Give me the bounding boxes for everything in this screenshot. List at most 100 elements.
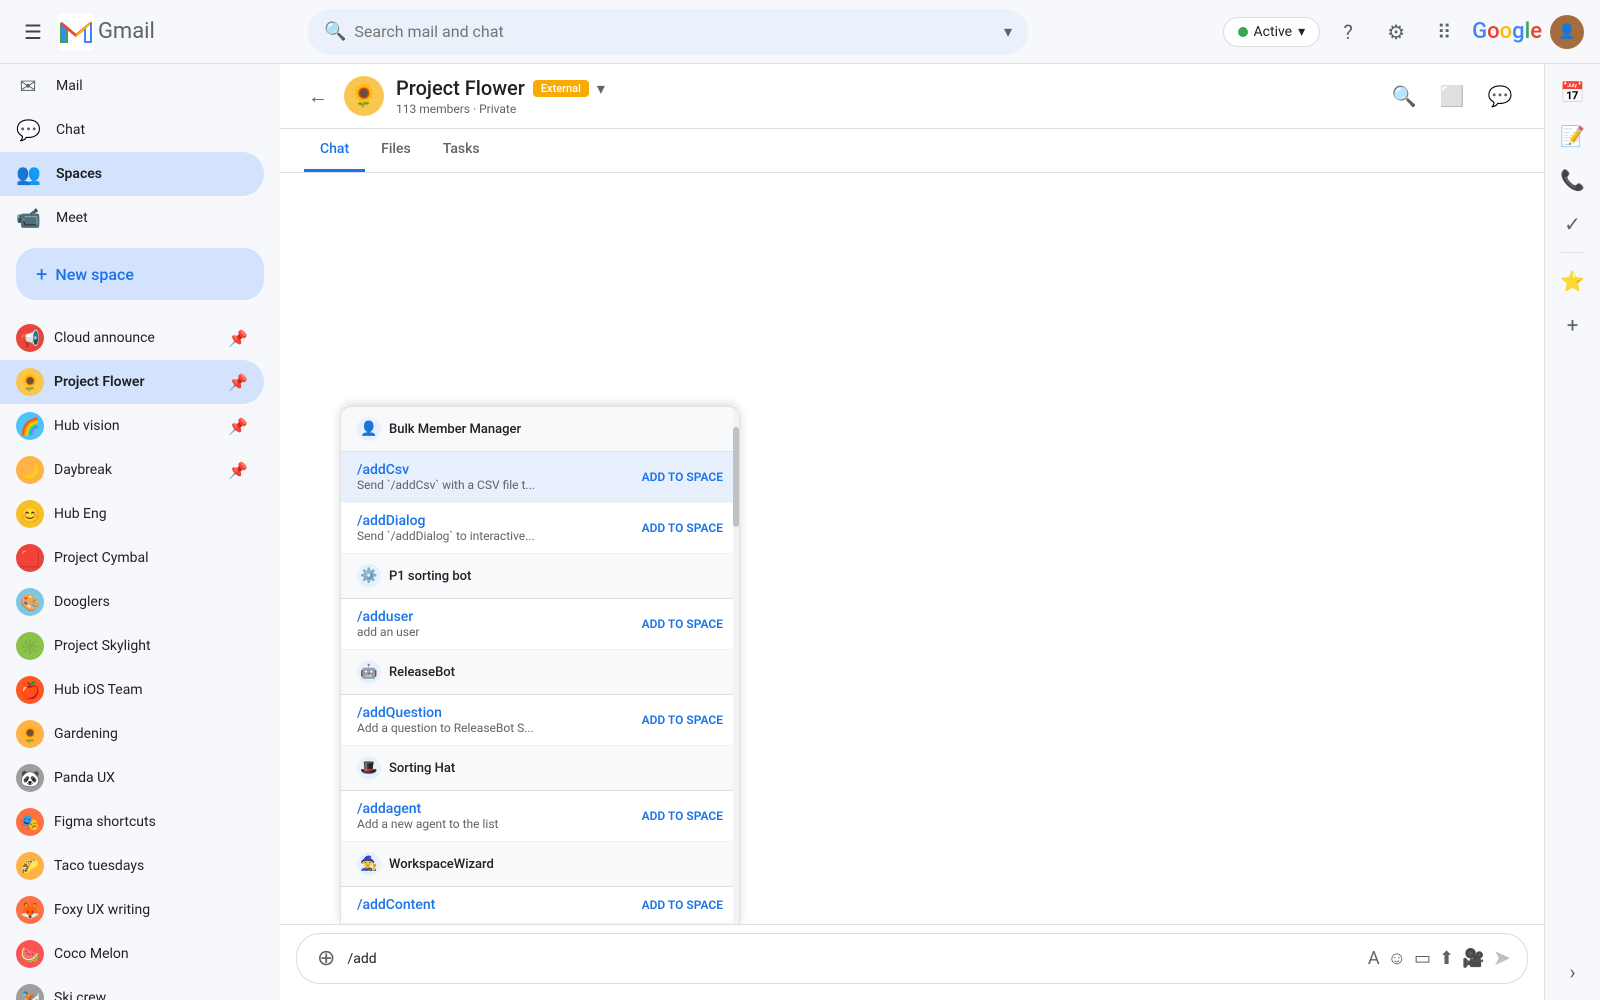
main-area: ✉ Mail 💬 Chat 👥 Spaces 📹 Meet + New spac… (0, 64, 1600, 1000)
command-desc-1-0: add an user (357, 625, 634, 639)
command-item-2-0[interactable]: /addQuestion Add a question to ReleaseBo… (341, 695, 739, 746)
sidebar-item-chat[interactable]: 💬 Chat (0, 108, 264, 152)
chat-area: 👤Bulk Member Manager /addCsv Send `/addC… (280, 173, 1544, 924)
add-to-space-btn-3-0[interactable]: ADD TO SPACE (642, 809, 723, 823)
space-item-9[interactable]: 🌻 Gardening (0, 712, 264, 756)
space-name-11: Figma shortcuts (54, 814, 156, 830)
new-space-label: New space (55, 265, 134, 284)
space-item-0[interactable]: 📢 Cloud announce 📌 (0, 316, 264, 360)
topbar: ☰ Gmail 🔍 ▾ (0, 0, 1600, 64)
command-item-0-0[interactable]: /addCsv Send `/addCsv` with a CSV file t… (341, 452, 739, 503)
space-item-5[interactable]: 🟥 Project Cymbal (0, 536, 264, 580)
space-avatar-9: 🌻 (16, 720, 44, 748)
sidebar-item-meet[interactable]: 📹 Meet (0, 196, 264, 240)
space-item-8[interactable]: 🍎 Hub iOS Team (0, 668, 264, 712)
command-name-4-0: /addContent (357, 897, 634, 913)
attach-button[interactable]: ⊕ (313, 942, 339, 975)
add-to-space-btn-1-0[interactable]: ADD TO SPACE (642, 617, 723, 631)
add-to-space-btn-0-0[interactable]: ADD TO SPACE (642, 470, 723, 484)
space-item-12[interactable]: 🌮 Taco tuesdays (0, 844, 264, 888)
scrollbar-thumb[interactable] (733, 427, 739, 527)
space-item-3[interactable]: 🌙 Daybreak 📌 (0, 448, 264, 492)
apps-icon[interactable]: ⠿ (1424, 12, 1464, 52)
message-input[interactable] (347, 951, 1359, 967)
video-icon[interactable]: 🎥 (1462, 948, 1484, 969)
bot-icon-4: 🧙 (357, 852, 381, 876)
active-chevron: ▾ (1298, 24, 1305, 40)
menu-icon[interactable]: ☰ (16, 12, 50, 52)
pin-icon-3: 📌 (228, 461, 248, 480)
settings-icon[interactable]: ⚙ (1376, 12, 1416, 52)
gmail-m-icon (58, 14, 94, 50)
expand-icon[interactable]: ⬜ (1432, 76, 1472, 116)
right-tasks-icon[interactable]: ✓ (1553, 204, 1593, 244)
space-item-14[interactable]: 🍉 Coco Melon (0, 932, 264, 976)
space-avatar-11: 🎭 (16, 808, 44, 836)
new-space-button[interactable]: + New space (16, 248, 264, 300)
space-avatar-13: 🦊 (16, 896, 44, 924)
search-dropdown-icon[interactable]: ▾ (1004, 22, 1012, 41)
right-star-icon[interactable]: ⭐ (1553, 261, 1593, 301)
space-name-15: Ski crew (54, 990, 106, 1000)
command-info-1-0: /adduser add an user (357, 609, 634, 639)
right-notes-icon[interactable]: 📝 (1553, 116, 1593, 156)
space-item-6[interactable]: 🎨 Dooglers (0, 580, 264, 624)
space-item-13[interactable]: 🦊 Foxy UX writing (0, 888, 264, 932)
topbar-left: ☰ Gmail (16, 12, 296, 52)
active-status-button[interactable]: Active ▾ (1223, 17, 1321, 47)
search-bar[interactable]: 🔍 ▾ (308, 9, 1028, 55)
space-name-12: Taco tuesdays (54, 858, 144, 874)
space-dropdown-icon[interactable]: ▾ (597, 79, 605, 98)
space-avatar-12: 🌮 (16, 852, 44, 880)
add-to-space-btn-0-1[interactable]: ADD TO SPACE (642, 521, 723, 535)
tab-chat[interactable]: Chat (304, 129, 365, 172)
emoji-icon[interactable]: ☺ (1388, 948, 1406, 969)
space-header: ← 🌻 Project Flower External ▾ 113 member… (280, 64, 1544, 129)
command-item-4-0[interactable]: /addContent ADD TO SPACE (341, 887, 739, 924)
help-icon[interactable]: ? (1328, 12, 1368, 52)
upload-icon[interactable]: ⬆ (1439, 948, 1454, 969)
right-phone-icon[interactable]: 📞 (1553, 160, 1593, 200)
space-item-2[interactable]: 🌈 Hub vision 📌 (0, 404, 264, 448)
command-item-3-0[interactable]: /addagent Add a new agent to the list AD… (341, 791, 739, 842)
bot-section-name-0: Bulk Member Manager (389, 422, 521, 437)
tab-tasks[interactable]: Tasks (427, 129, 496, 172)
space-header-actions: 🔍 ⬜ 💬 (1384, 76, 1520, 116)
bot-section-name-2: ReleaseBot (389, 665, 455, 680)
space-avatar-5: 🟥 (16, 544, 44, 572)
bot-section-name-4: WorkspaceWizard (389, 857, 494, 872)
chat-bubble-icon[interactable]: 💬 (1480, 76, 1520, 116)
add-to-space-btn-2-0[interactable]: ADD TO SPACE (642, 713, 723, 727)
sidebar-item-mail[interactable]: ✉ Mail (0, 64, 264, 108)
space-info: Project Flower External ▾ 113 members · … (396, 76, 1372, 116)
right-chevron-icon[interactable]: › (1553, 952, 1593, 992)
space-name-6: Dooglers (54, 594, 110, 610)
right-calendar-icon[interactable]: 📅 (1553, 72, 1593, 112)
space-item-15[interactable]: ⛷️ Ski crew (0, 976, 264, 1000)
command-item-1-0[interactable]: /adduser add an user ADD TO SPACE (341, 599, 739, 650)
back-button[interactable]: ← (304, 80, 332, 113)
search-input[interactable] (354, 22, 996, 41)
space-item-1[interactable]: 🌻 Project Flower 📌 (0, 360, 264, 404)
command-item-0-1[interactable]: /addDialog Send `/addDialog` to interact… (341, 503, 739, 554)
search-space-icon[interactable]: 🔍 (1384, 76, 1424, 116)
command-desc-2-0: Add a question to ReleaseBot S... (357, 721, 634, 735)
scrollbar-track (733, 407, 739, 924)
space-meta: 113 members · Private (396, 102, 1372, 116)
command-desc-0-0: Send `/addCsv` with a CSV file t... (357, 478, 634, 492)
right-plus-icon[interactable]: + (1553, 305, 1593, 345)
mention-icon[interactable]: ▭ (1414, 948, 1431, 969)
space-name-2: Hub vision (54, 418, 120, 434)
add-to-space-btn-4-0[interactable]: ADD TO SPACE (642, 898, 723, 912)
space-item-7[interactable]: ✳️ Project Skylight (0, 624, 264, 668)
format-text-icon[interactable]: A (1368, 948, 1380, 969)
user-avatar[interactable]: 👤 (1550, 15, 1584, 49)
tab-files[interactable]: Files (365, 129, 427, 172)
space-avatar-1: 🌻 (16, 368, 44, 396)
space-item-10[interactable]: 🐼 Panda UX (0, 756, 264, 800)
sidebar-item-spaces[interactable]: 👥 Spaces (0, 152, 264, 196)
send-button[interactable]: ➤ (1493, 946, 1511, 971)
topbar-right: Active ▾ ? ⚙ ⠿ Google 👤 (1223, 12, 1584, 52)
space-item-4[interactable]: 😊 Hub Eng (0, 492, 264, 536)
space-item-11[interactable]: 🎭 Figma shortcuts (0, 800, 264, 844)
